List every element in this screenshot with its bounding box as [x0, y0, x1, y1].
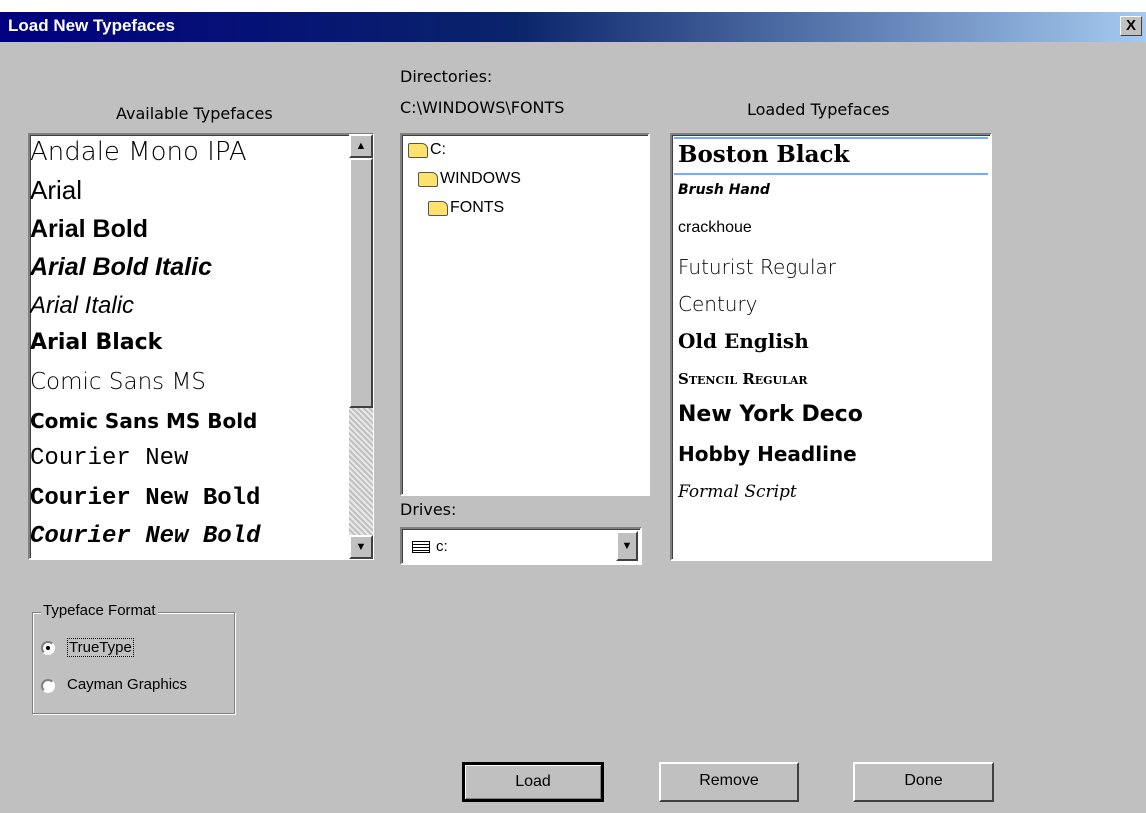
drives-value: c:: [412, 538, 448, 555]
directories-label: Directories:: [400, 67, 493, 86]
open-folder-icon: [428, 200, 448, 216]
group-title: Typeface Format: [41, 602, 158, 619]
scroll-down-button[interactable]: ▼: [349, 535, 373, 559]
directory-tree[interactable]: C: WINDOWS FONTS: [400, 133, 650, 496]
truetype-label[interactable]: TrueType: [67, 638, 134, 657]
current-path: C:\WINDOWS\FONTS: [400, 98, 565, 117]
drive-icon: [412, 540, 430, 553]
available-scrollbar[interactable]: ▲ ▼: [349, 134, 373, 559]
close-button[interactable]: X: [1120, 16, 1142, 36]
list-item[interactable]: Courier New Bold: [30, 485, 260, 512]
truetype-radio[interactable]: [41, 641, 55, 655]
list-item[interactable]: Hobby Headline: [678, 442, 857, 466]
tree-item-windows[interactable]: WINDOWS: [418, 170, 521, 188]
tree-item-c[interactable]: C:: [408, 141, 446, 159]
list-item[interactable]: crackhoue: [678, 219, 752, 237]
list-item[interactable]: Formal Script: [678, 482, 797, 502]
list-item[interactable]: Arial: [30, 175, 82, 206]
list-item[interactable]: Century: [678, 292, 758, 316]
drives-label: Drives:: [400, 500, 457, 519]
tree-item-fonts[interactable]: FONTS: [428, 199, 504, 217]
scroll-thumb[interactable]: [349, 158, 373, 408]
available-typefaces-list[interactable]: Andale Mono IPA Arial Arial Bold Arial B…: [28, 133, 374, 560]
cayman-graphics-radio[interactable]: [41, 679, 55, 693]
loaded-typefaces-label: Loaded Typefaces: [747, 100, 890, 119]
list-item[interactable]: Comic Sans MS Bold: [30, 409, 257, 433]
list-item[interactable]: Brush Hand: [678, 182, 770, 198]
open-folder-icon: [418, 171, 438, 187]
list-item[interactable]: Futurist Regular: [678, 255, 836, 279]
list-item[interactable]: New York Deco: [678, 402, 863, 427]
list-item[interactable]: Courier New Bold: [30, 523, 260, 550]
list-item[interactable]: Andale Mono IPA: [30, 137, 247, 167]
list-item[interactable]: Arial Italic: [30, 292, 134, 320]
title-bar[interactable]: Load New Typefaces X: [0, 12, 1146, 42]
scroll-up-button[interactable]: ▲: [349, 134, 373, 158]
cayman-graphics-label[interactable]: Cayman Graphics: [67, 676, 227, 693]
list-item[interactable]: Comic Sans MS: [30, 369, 206, 395]
list-item[interactable]: Arial Bold Italic: [30, 253, 212, 282]
done-button[interactable]: Done: [853, 762, 994, 802]
remove-button[interactable]: Remove: [659, 762, 799, 802]
loaded-typefaces-list[interactable]: Boston Black Brush Hand crackhoue Futuri…: [670, 133, 992, 561]
list-item[interactable]: Old English: [678, 329, 809, 353]
open-folder-icon: [408, 142, 428, 158]
list-item[interactable]: Arial Bold: [30, 215, 148, 244]
dropdown-button[interactable]: ▼: [616, 531, 638, 561]
drives-select[interactable]: c: ▼: [400, 527, 642, 565]
list-item[interactable]: Boston Black: [678, 141, 849, 168]
typeface-format-group: Typeface Format TrueType Cayman Graphics: [32, 602, 235, 714]
available-typefaces-label: Available Typefaces: [116, 104, 273, 123]
list-item[interactable]: Stencil Regular: [678, 370, 808, 388]
window-title: Load New Typefaces: [8, 16, 175, 35]
list-item[interactable]: Courier New: [30, 445, 188, 472]
list-item[interactable]: Arial Black: [30, 330, 162, 355]
load-button[interactable]: Load: [462, 762, 604, 802]
load-typefaces-dialog: Load New Typefaces X Available Typefaces…: [0, 12, 1146, 813]
